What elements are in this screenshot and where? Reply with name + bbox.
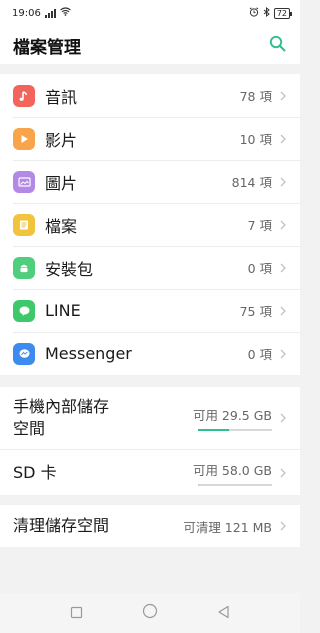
page-title: 檔案管理 bbox=[13, 37, 81, 58]
category-count: 10 項 bbox=[239, 132, 272, 147]
category-label: 影片 bbox=[45, 130, 78, 150]
category-label: LINE bbox=[45, 301, 81, 320]
category-row-documents[interactable]: 檔案 7 項 bbox=[0, 203, 300, 246]
recents-square-icon[interactable] bbox=[70, 604, 83, 623]
system-nav-bar bbox=[0, 593, 300, 633]
wifi-icon bbox=[59, 7, 71, 19]
chevron-right-icon bbox=[278, 521, 288, 531]
back-triangle-icon[interactable] bbox=[217, 604, 230, 623]
cleanup-card: 清理儲存空間 可清理 121 MB bbox=[0, 505, 300, 547]
category-label: 圖片 bbox=[45, 173, 78, 193]
alarm-icon bbox=[249, 6, 259, 20]
home-circle-icon[interactable] bbox=[142, 603, 158, 623]
category-count: 75 項 bbox=[239, 304, 272, 319]
cleanup-row[interactable]: 清理儲存空間 可清理 121 MB bbox=[0, 505, 300, 547]
signal-icon bbox=[44, 8, 56, 18]
chevron-right-icon bbox=[278, 91, 288, 101]
bluetooth-icon bbox=[263, 6, 270, 20]
chevron-right-icon bbox=[278, 177, 288, 187]
internal-storage-label: 手機內部儲存 空間 bbox=[13, 396, 198, 440]
search-icon[interactable] bbox=[269, 35, 286, 56]
battery-icon: 72 bbox=[273, 7, 293, 19]
internal-storage-label-line1: 手機內部儲存 bbox=[13, 397, 110, 416]
chevron-right-icon bbox=[278, 413, 288, 423]
status-left: 19:06 bbox=[12, 7, 71, 19]
image-icon bbox=[13, 170, 35, 193]
internal-storage-bar bbox=[198, 429, 272, 431]
play-icon bbox=[13, 127, 35, 150]
category-count: 814 項 bbox=[231, 175, 272, 190]
category-count: 7 項 bbox=[247, 218, 272, 233]
android-icon bbox=[13, 256, 35, 279]
sd-card-bar-fill bbox=[198, 483, 200, 486]
storage-list: 手機內部儲存 空間 可用 29.5 GB SD 卡 可用 58.0 GB bbox=[0, 387, 300, 495]
chevron-right-icon bbox=[278, 468, 288, 478]
internal-storage-bar-fill bbox=[198, 429, 230, 431]
category-label: 音訊 bbox=[45, 87, 78, 107]
line-chat-icon bbox=[13, 299, 35, 322]
sd-card-row[interactable]: SD 卡 可用 58.0 GB bbox=[0, 449, 300, 495]
category-row-images[interactable]: 圖片 814 項 bbox=[0, 160, 300, 203]
category-row-line[interactable]: LINE 75 項 bbox=[0, 289, 300, 332]
sd-card-available: 可用 58.0 GB bbox=[192, 462, 272, 478]
cleanup-value: 可清理 121 MB bbox=[183, 519, 272, 535]
internal-storage-info: 可用 29.5 GB bbox=[193, 405, 272, 431]
chevron-right-icon bbox=[278, 134, 288, 144]
category-label: 檔案 bbox=[45, 216, 78, 236]
sd-card-info: 可用 58.0 GB bbox=[193, 460, 272, 486]
category-count: 78 項 bbox=[239, 89, 272, 104]
sd-card-bar bbox=[198, 483, 272, 486]
internal-storage-available: 可用 29.5 GB bbox=[192, 408, 272, 423]
category-count: 0 項 bbox=[247, 347, 272, 362]
clock: 19:06 bbox=[12, 7, 41, 19]
music-note-icon bbox=[13, 84, 35, 107]
chevron-right-icon bbox=[278, 263, 288, 273]
document-icon bbox=[13, 213, 35, 236]
category-label: 安裝包 bbox=[45, 259, 94, 279]
category-count: 0 項 bbox=[247, 261, 272, 276]
category-row-video[interactable]: 影片 10 項 bbox=[0, 117, 300, 160]
cleanup-label: 清理儲存空間 bbox=[13, 516, 110, 535]
internal-storage-label-line2: 空間 bbox=[13, 419, 46, 438]
category-label: Messenger bbox=[45, 344, 132, 363]
app-bar: 檔案管理 bbox=[0, 26, 300, 64]
category-row-apk[interactable]: 安裝包 0 項 bbox=[0, 246, 300, 289]
chevron-right-icon bbox=[278, 306, 288, 316]
internal-storage-row[interactable]: 手機內部儲存 空間 可用 29.5 GB bbox=[0, 387, 300, 449]
status-bar: 19:06 72 bbox=[0, 0, 300, 26]
messenger-icon bbox=[13, 342, 35, 365]
sd-card-label: SD 卡 bbox=[13, 462, 57, 482]
category-row-audio[interactable]: 音訊 78 項 bbox=[0, 74, 300, 117]
chevron-right-icon bbox=[278, 349, 288, 359]
status-right: 72 bbox=[249, 6, 293, 20]
chevron-right-icon bbox=[278, 220, 288, 230]
category-row-messenger[interactable]: Messenger 0 項 bbox=[0, 332, 300, 375]
category-list: 音訊 78 項 影片 10 項 圖片 814 項 檔案 7 項 安裝包 0 項 bbox=[0, 74, 300, 375]
